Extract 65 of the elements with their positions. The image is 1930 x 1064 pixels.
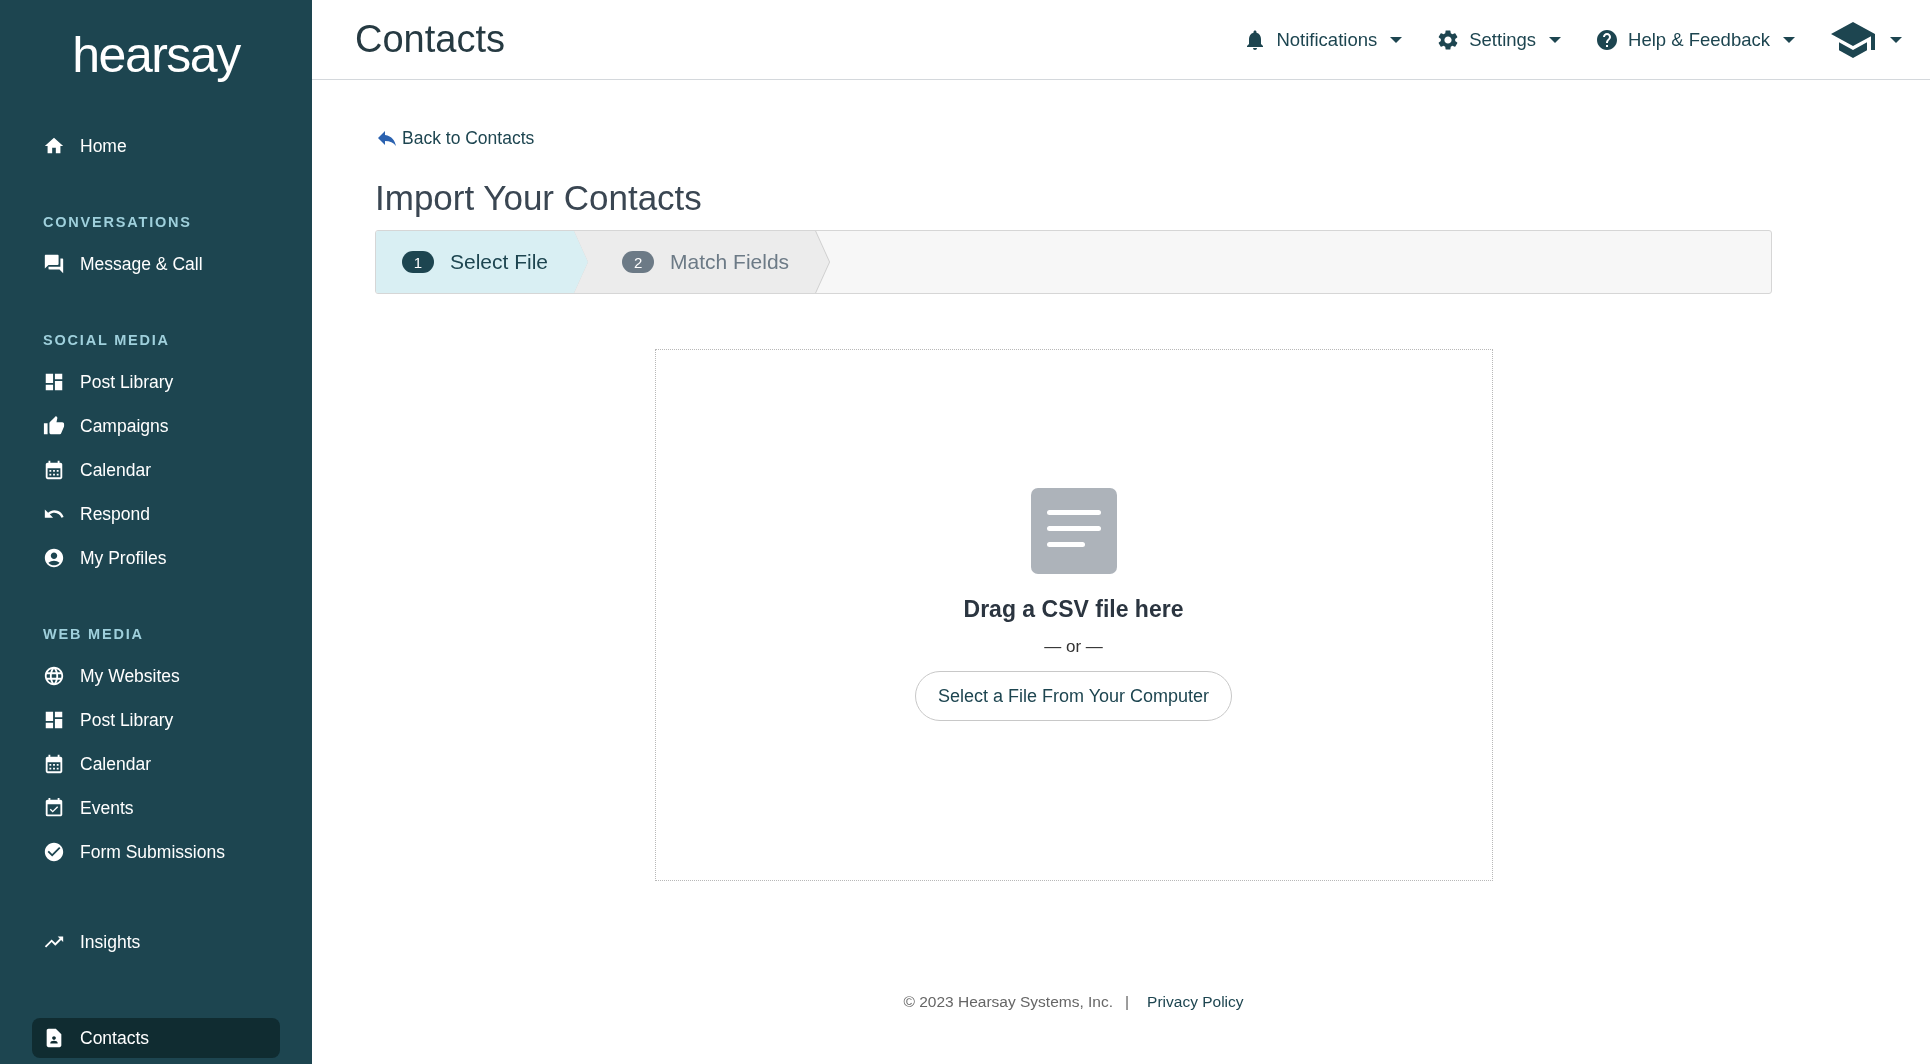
section-heading: SOCIAL MEDIA [42, 332, 171, 348]
nav-label: Calendar [80, 753, 152, 775]
sidebar-item[interactable]: Respond [32, 494, 280, 534]
section-heading: CONVERSATIONS [42, 214, 193, 230]
step-tab[interactable]: 1 Select File [376, 231, 589, 293]
nav-label: Form Submissions [80, 841, 225, 863]
sidebar-item[interactable]: Post Library [32, 700, 280, 740]
sidebar-item[interactable]: Calendar [32, 450, 280, 490]
sidebar-item[interactable]: Campaigns [32, 406, 280, 446]
nav-icon [43, 841, 65, 863]
sidebar-item[interactable]: Insights [32, 922, 280, 962]
nav-icon [43, 797, 65, 819]
nav-label: Events [80, 797, 134, 819]
drop-zone[interactable]: Drag a CSV file here — or — Select a File From Your Computer [654, 349, 1493, 881]
sidebar-item[interactable]: Events [32, 788, 280, 828]
nav-label: Home [80, 135, 127, 157]
nav-label: Calendar [80, 459, 152, 481]
nav-label: Insights [80, 931, 141, 953]
caret-icon [1549, 36, 1562, 43]
document-icon [1030, 488, 1117, 574]
caret-icon [1390, 36, 1403, 43]
or-separator: — or — [1044, 637, 1103, 657]
nav-label: Campaigns [80, 415, 169, 437]
nav-label: Post Library [80, 709, 174, 731]
help-icon [1595, 27, 1620, 52]
sidebar-item[interactable]: My Websites [32, 656, 280, 696]
nav-label: Contacts [80, 1027, 150, 1049]
nav-icon [43, 253, 65, 275]
drop-title: Drag a CSV file here [963, 596, 1184, 623]
sidebar-item[interactable]: My Profiles [32, 538, 280, 578]
nav-icon [43, 709, 65, 731]
select-file-button[interactable]: Select a File From Your Computer [914, 671, 1233, 721]
nav-icon [43, 415, 65, 437]
nav-icon [43, 547, 65, 569]
hearsay-logo: hearsay [71, 26, 242, 84]
sidebar-item[interactable]: Message & Call [32, 244, 280, 284]
footer-divider: | [1125, 993, 1130, 1011]
nav-icon [43, 459, 65, 481]
sidebar-item[interactable]: Post Library [32, 362, 280, 402]
nav-label: Respond [80, 503, 151, 525]
nav-icon [43, 371, 65, 393]
nav-icon [43, 665, 65, 687]
nav-label: My Profiles [80, 547, 167, 569]
nav-label: My Websites [80, 665, 180, 687]
step-number: 2 [622, 251, 655, 273]
back-link[interactable]: Back to Contacts [375, 126, 535, 150]
nav-label: Post Library [80, 371, 174, 393]
privacy-policy-link[interactable]: Privacy Policy [1147, 993, 1244, 1011]
nav-label: Message & Call [80, 253, 203, 275]
caret-icon [1890, 36, 1902, 43]
page-header-title: Contacts [355, 18, 506, 61]
copyright-text: © 2023 Hearsay Systems, Inc. [903, 993, 1114, 1011]
nav-icon [43, 753, 65, 775]
header-menu[interactable]: Notifications [1243, 27, 1403, 52]
section-heading: WEB MEDIA [42, 626, 145, 642]
sidebar-item[interactable]: Contacts [32, 1018, 280, 1058]
step-tab[interactable]: 2 Match Fields [574, 231, 830, 293]
header-menu[interactable]: Help & Feedback [1595, 27, 1795, 52]
page-title: Import Your Contacts [375, 178, 703, 218]
sidebar-item[interactable]: Form Submissions [32, 832, 280, 872]
sidebar-item[interactable]: Calendar [32, 744, 280, 784]
sidebar-item[interactable]: Home [32, 126, 280, 166]
step-number: 1 [402, 251, 434, 273]
caret-icon [1783, 36, 1795, 43]
header-menu[interactable]: Settings [1436, 27, 1562, 52]
